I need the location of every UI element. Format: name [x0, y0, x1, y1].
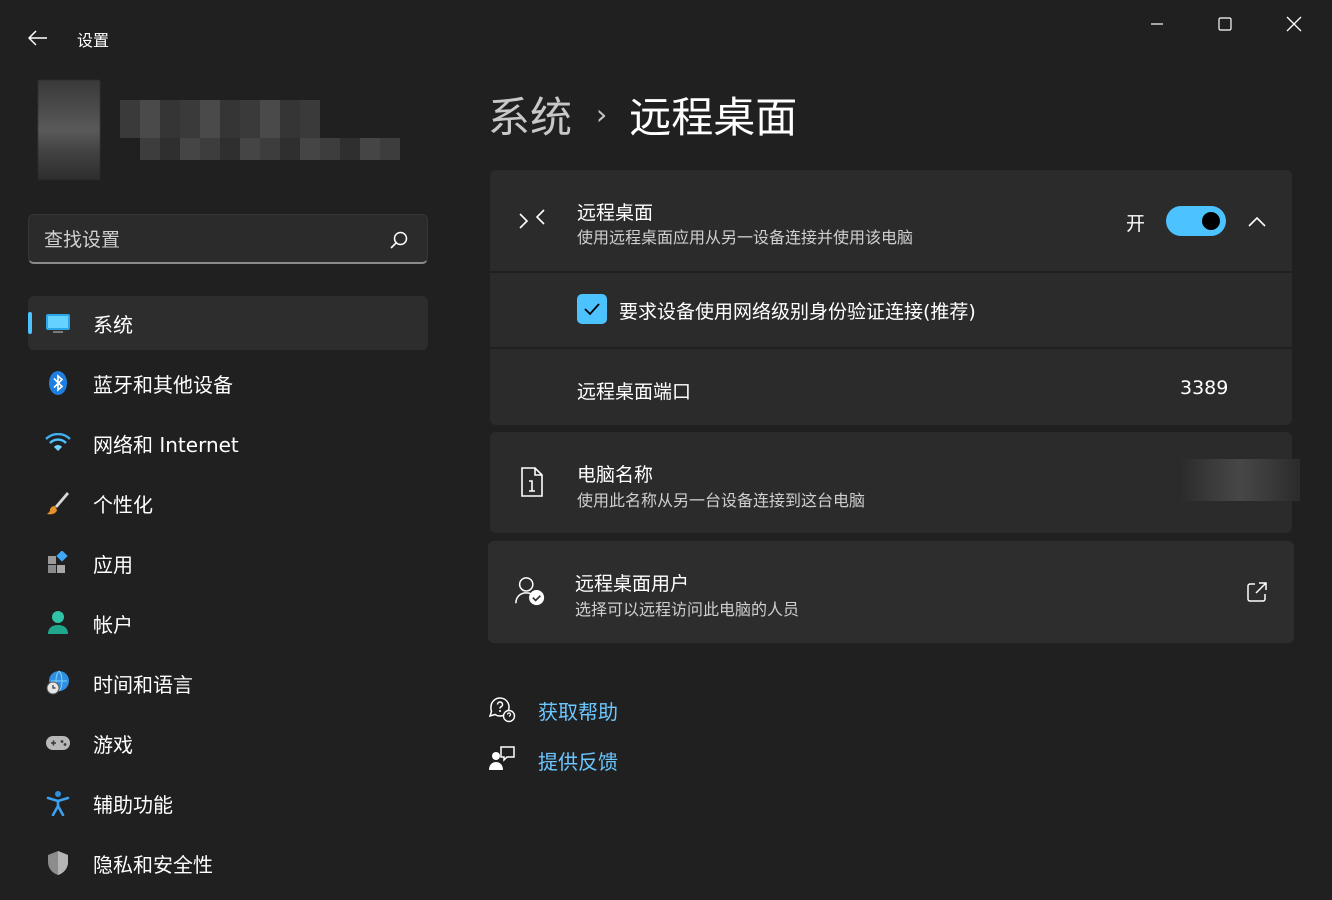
gamepad-icon	[44, 729, 72, 757]
paintbrush-icon	[44, 489, 72, 517]
remote-desktop-users-card[interactable]: 远程桌面用户 选择可以远程访问此电脑的人员	[488, 541, 1294, 643]
external-link-icon	[1247, 582, 1267, 602]
sidebar-item-personalization[interactable]: 个性化	[28, 476, 428, 530]
remote-desktop-title: 远程桌面	[577, 202, 654, 224]
sidebar-item-apps[interactable]: 应用	[28, 536, 428, 590]
give-feedback-link[interactable]: 提供反馈	[488, 740, 788, 780]
minimize-button[interactable]	[1134, 6, 1180, 42]
nla-checkbox-label[interactable]: 要求设备使用网络级别身份验证连接(推荐)	[619, 297, 976, 324]
sidebar-item-network[interactable]: 网络和 Internet	[28, 416, 428, 470]
pc-name-value-redacted	[1180, 459, 1300, 501]
sidebar-nav: 系统 蓝牙和其他设备 网络和 Internet 个性化 应用 帐户 时间和语言 …	[28, 296, 428, 896]
sidebar-item-label: 时间和语言	[93, 672, 193, 697]
sidebar-item-label: 帐户	[93, 612, 133, 637]
divider	[490, 271, 1292, 273]
breadcrumb: 系统 › 远程桌面	[488, 86, 797, 142]
pc-name-card: 电脑名称 使用此名称从另一台设备连接到这台电脑	[490, 432, 1300, 533]
close-button[interactable]	[1271, 6, 1317, 42]
shield-icon	[44, 849, 72, 877]
nla-checkbox[interactable]	[577, 294, 607, 324]
toggle-state-label: 开	[1126, 213, 1146, 235]
close-icon	[1286, 16, 1302, 32]
globe-clock-icon	[44, 669, 72, 697]
settings-window: 设置 系统	[0, 0, 1332, 900]
give-feedback-label[interactable]: 提供反馈	[538, 746, 618, 775]
port-value: 3389	[1180, 377, 1229, 399]
rd-users-subtitle: 选择可以远程访问此电脑的人员	[575, 600, 800, 619]
pc-name-title: 电脑名称	[577, 464, 654, 486]
divider	[490, 347, 1292, 349]
remote-desktop-card: 远程桌面 使用远程桌面应用从另一设备连接并使用该电脑 开 要求设备使用网络级别身…	[490, 170, 1292, 425]
get-help-link[interactable]: 获取帮助	[488, 690, 788, 730]
sidebar-item-label: 网络和 Internet	[93, 432, 239, 457]
search-input[interactable]	[44, 227, 374, 253]
feedback-icon	[489, 746, 515, 770]
document-info-icon	[516, 466, 548, 498]
help-chat-icon	[488, 697, 516, 723]
sidebar-item-label: 系统	[93, 312, 133, 337]
maximize-button[interactable]	[1202, 6, 1248, 42]
checkmark-icon	[584, 303, 600, 316]
remote-desktop-subtitle: 使用远程桌面应用从另一设备连接并使用该电脑	[577, 228, 914, 247]
sidebar-item-gaming[interactable]: 游戏	[28, 716, 428, 770]
sidebar-item-system[interactable]: 系统	[28, 296, 428, 350]
sidebar-item-bluetooth[interactable]: 蓝牙和其他设备	[28, 356, 428, 410]
pc-name-subtitle: 使用此名称从另一台设备连接到这台电脑	[577, 491, 866, 510]
user-profile[interactable]	[0, 60, 430, 190]
sidebar-item-time-language[interactable]: 时间和语言	[28, 656, 428, 710]
person-icon	[44, 609, 72, 637]
sidebar-item-label: 隐私和安全性	[93, 852, 213, 877]
rd-users-title: 远程桌面用户	[575, 573, 690, 595]
port-label: 远程桌面端口	[577, 381, 692, 403]
page-title: 远程桌面	[629, 92, 798, 142]
chevron-up-icon[interactable]	[1245, 210, 1269, 234]
app-title: 设置	[77, 31, 110, 50]
remote-desktop-icon	[516, 204, 548, 236]
back-arrow-icon	[28, 30, 47, 46]
monitor-icon	[44, 309, 72, 337]
apps-icon	[44, 549, 72, 577]
user-name-redacted	[120, 100, 320, 138]
accessibility-icon	[44, 789, 72, 817]
breadcrumb-parent[interactable]: 系统	[488, 84, 572, 145]
toggle-knob	[1202, 212, 1220, 230]
search-icon[interactable]	[389, 230, 409, 250]
wifi-icon	[44, 429, 72, 457]
sidebar-item-privacy[interactable]: 隐私和安全性	[28, 836, 428, 890]
remote-desktop-row[interactable]: 远程桌面 使用远程桌面应用从另一设备连接并使用该电脑 开	[490, 170, 1292, 272]
maximize-icon	[1218, 17, 1232, 31]
title-bar: 设置	[0, 0, 1332, 60]
user-check-icon	[514, 575, 546, 607]
avatar	[38, 80, 100, 180]
user-email-redacted	[140, 138, 400, 160]
breadcrumb-separator: ›	[596, 97, 608, 131]
sidebar-item-label: 辅助功能	[93, 792, 173, 817]
search-box[interactable]	[28, 214, 428, 264]
remote-desktop-toggle[interactable]	[1166, 206, 1226, 236]
bluetooth-icon	[44, 369, 72, 397]
sidebar-item-accessibility[interactable]: 辅助功能	[28, 776, 428, 830]
get-help-label[interactable]: 获取帮助	[538, 696, 618, 725]
sidebar-item-label: 蓝牙和其他设备	[93, 372, 233, 397]
sidebar-item-label: 个性化	[93, 492, 153, 517]
sidebar-item-label: 应用	[93, 552, 133, 577]
minimize-icon	[1151, 23, 1163, 25]
back-button[interactable]	[20, 22, 56, 54]
sidebar-item-accounts[interactable]: 帐户	[28, 596, 428, 650]
sidebar-item-label: 游戏	[93, 732, 133, 757]
